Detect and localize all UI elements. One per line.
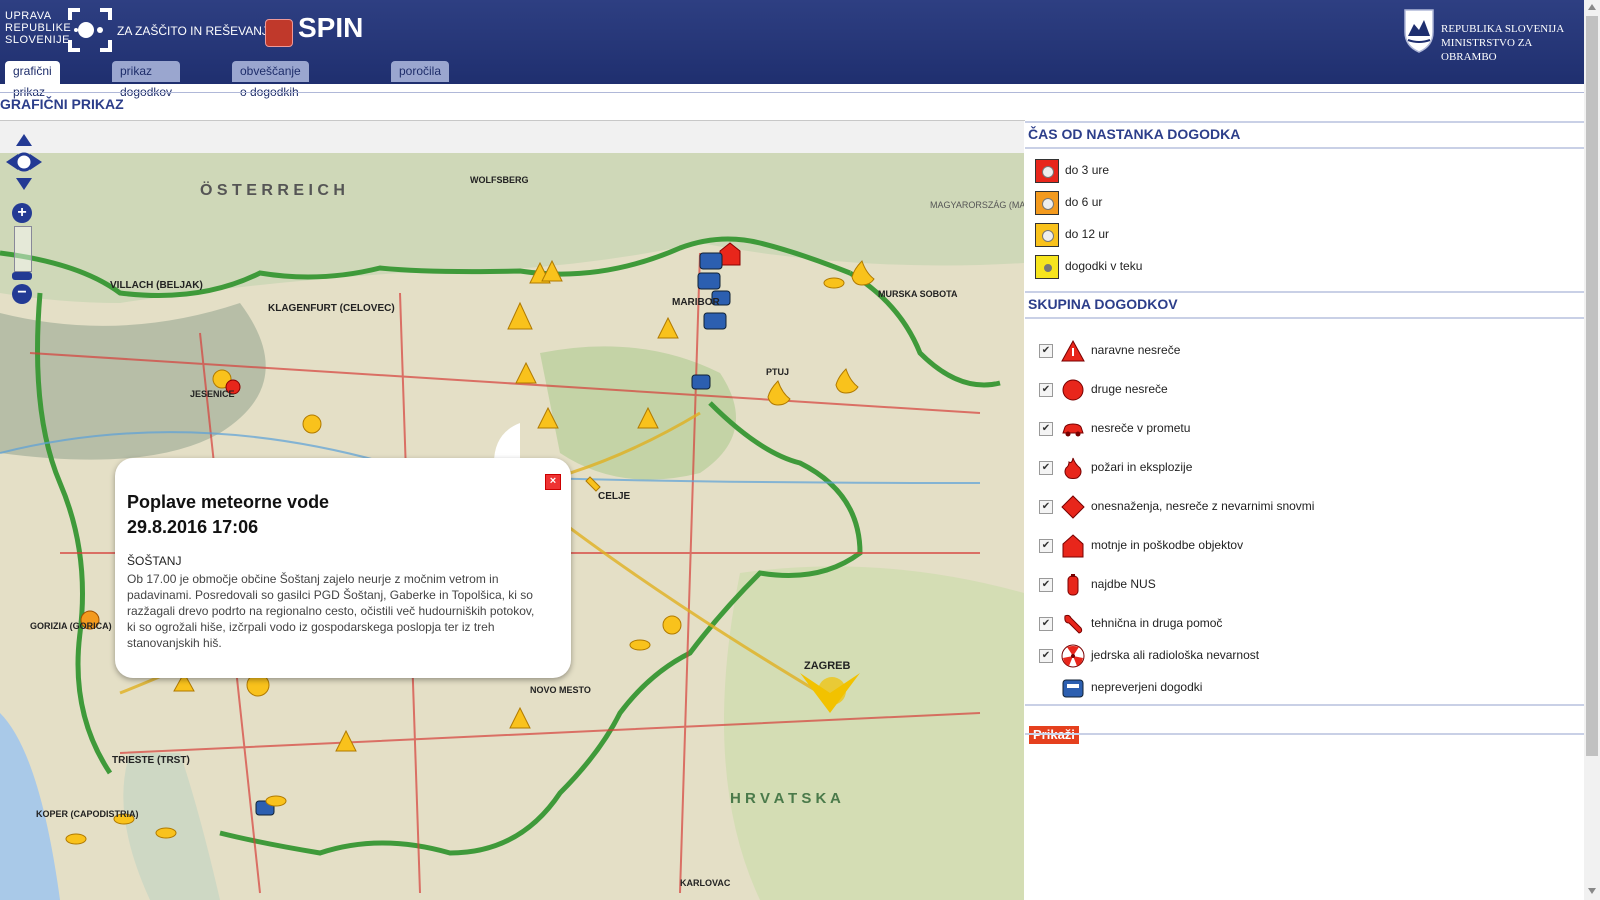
agency-suffix: ZA ZAŠČITO IN REŠEVANJE <box>117 24 276 38</box>
color-swatch <box>1035 223 1059 247</box>
checkbox[interactable]: ✔ <box>1039 344 1053 358</box>
divider <box>1025 733 1584 735</box>
agency-logo-icon <box>68 8 112 52</box>
map-label-koper: KOPER (CAPODISTRIA) <box>36 809 139 819</box>
popup-description: Ob 17.00 je območje občine Šoštanj zajel… <box>127 572 535 650</box>
event-marker[interactable] <box>662 615 682 635</box>
map-label-klagenfurt: KLAGENFURT (CELOVEC) <box>268 303 395 314</box>
checkbox[interactable]: ✔ <box>1039 383 1053 397</box>
legend-sidebar: ČAS OD NASTANKA DOGODKA do 3 ure do 6 ur… <box>1025 121 1584 900</box>
color-swatch <box>1035 255 1059 279</box>
map-label-austria: Ö S T E R R E I C H <box>200 180 345 199</box>
map-toolbar <box>0 121 1024 154</box>
page-title: GRAFIČNI PRIKAZ <box>0 96 124 112</box>
checkbox[interactable]: ✔ <box>1039 617 1053 631</box>
event-marker[interactable] <box>265 795 287 807</box>
scrollbar[interactable] <box>1584 0 1600 900</box>
header: UPRAVA REPUBLIKE SLOVENIJE ZA ZAŠČITO IN… <box>0 0 1584 99</box>
wrench-icon <box>1064 614 1083 634</box>
event-marker[interactable] <box>699 252 723 270</box>
map-label-ptuj: PTUJ <box>766 367 789 377</box>
bomb-icon <box>1067 574 1079 596</box>
color-swatch <box>1035 159 1059 183</box>
event-marker[interactable] <box>629 639 651 651</box>
triangle-warning-icon <box>1061 339 1085 362</box>
tab-graficni-prikaz[interactable]: grafični prikaz <box>5 61 60 99</box>
divider <box>1025 147 1584 149</box>
map-label-wolfsberg: WOLFSBERG <box>470 175 529 185</box>
event-marker[interactable] <box>823 277 845 289</box>
scrollbar-thumb[interactable] <box>1586 16 1598 756</box>
event-marker[interactable] <box>302 414 322 434</box>
show-button[interactable]: Prikaži <box>1029 726 1079 744</box>
house-icon <box>1062 534 1084 558</box>
divider <box>1025 317 1584 319</box>
app-name: SPIN <box>298 12 364 43</box>
map-label-croatia: H R V A T S K A <box>730 790 841 807</box>
zoom-in-button[interactable]: + <box>12 203 32 223</box>
checkbox[interactable]: ✔ <box>1039 461 1053 475</box>
checkbox[interactable]: ✔ <box>1039 500 1053 514</box>
event-popup: × Poplave meteorne vode 29.8.2016 17:06 … <box>115 458 571 678</box>
event-marker[interactable] <box>155 827 177 839</box>
scroll-down-icon[interactable] <box>1588 888 1596 894</box>
divider <box>1025 291 1584 293</box>
color-swatch <box>1035 191 1059 215</box>
map-label-novo-mesto: NOVO MESTO <box>530 685 591 695</box>
slovenia-crest-icon <box>1404 9 1434 53</box>
map-label-hungary: MAGYARORSZÁG (MADŽARSKA) <box>930 200 1024 210</box>
zoom-slider[interactable] <box>14 226 32 272</box>
zoom-slider-handle[interactable] <box>12 272 32 280</box>
groups-title: SKUPINA DOGODKOV <box>1028 296 1178 312</box>
map-label-villach: VILLACH (BELJAK) <box>110 280 203 291</box>
agency-name: UPRAVA REPUBLIKE SLOVENIJE <box>5 10 72 46</box>
pan-control-icon[interactable] <box>4 132 44 192</box>
popup-place: ŠOŠTANJ <box>127 554 182 568</box>
event-marker[interactable] <box>691 374 711 390</box>
time-legend-title: ČAS OD NASTANKA DOGODKA <box>1028 126 1241 142</box>
radiation-icon <box>1061 644 1085 668</box>
checkbox[interactable]: ✔ <box>1039 578 1053 592</box>
map-label-karlovac: KARLOVAC <box>680 878 731 888</box>
spin-logo-icon <box>265 19 293 47</box>
fire-icon <box>1064 457 1082 479</box>
event-marker[interactable] <box>697 272 721 290</box>
checkbox[interactable]: ✔ <box>1039 422 1053 436</box>
event-marker[interactable] <box>65 833 87 845</box>
car-icon <box>1062 423 1084 437</box>
checkbox[interactable]: ✔ <box>1039 539 1053 553</box>
popup-title: Poplave meteorne vode 29.8.2016 17:06 <box>127 492 330 537</box>
map-label-maribor: MARIBOR <box>672 297 721 308</box>
scroll-up-icon[interactable] <box>1588 4 1596 10</box>
map-label-zagreb: ZAGREB <box>804 660 851 672</box>
zoom-out-button[interactable]: − <box>12 284 32 304</box>
map-label-gorica: GORIZIA (GORICA) <box>30 621 112 631</box>
tab-prikaz-dogodkov[interactable]: prikaz dogodkov <box>112 61 181 99</box>
hazard-diamond-icon <box>1061 495 1085 519</box>
circle-icon <box>1062 379 1084 401</box>
phone-icon <box>1062 679 1084 698</box>
map-label-jesenice: JESENICE <box>190 389 235 399</box>
map-label-trieste: TRIESTE (TRST) <box>112 755 190 766</box>
close-icon[interactable]: × <box>545 474 561 490</box>
divider <box>1025 121 1584 123</box>
map-label-murska-sobota: MURSKA SOBOTA <box>878 289 958 299</box>
divider <box>0 92 1584 93</box>
checkbox[interactable]: ✔ <box>1039 649 1053 663</box>
map-label-celje: CELJE <box>598 491 631 502</box>
tab-porocila[interactable]: poročila <box>391 61 450 82</box>
popup-pointer <box>494 423 520 463</box>
ministry-name: REPUBLIKA SLOVENIJA MINISTRSTVO ZA OBRAM… <box>1441 23 1565 63</box>
tab-obvescanje[interactable]: obveščanje o dogodkih <box>232 61 309 99</box>
event-marker[interactable] <box>703 312 727 330</box>
divider <box>1025 704 1584 706</box>
